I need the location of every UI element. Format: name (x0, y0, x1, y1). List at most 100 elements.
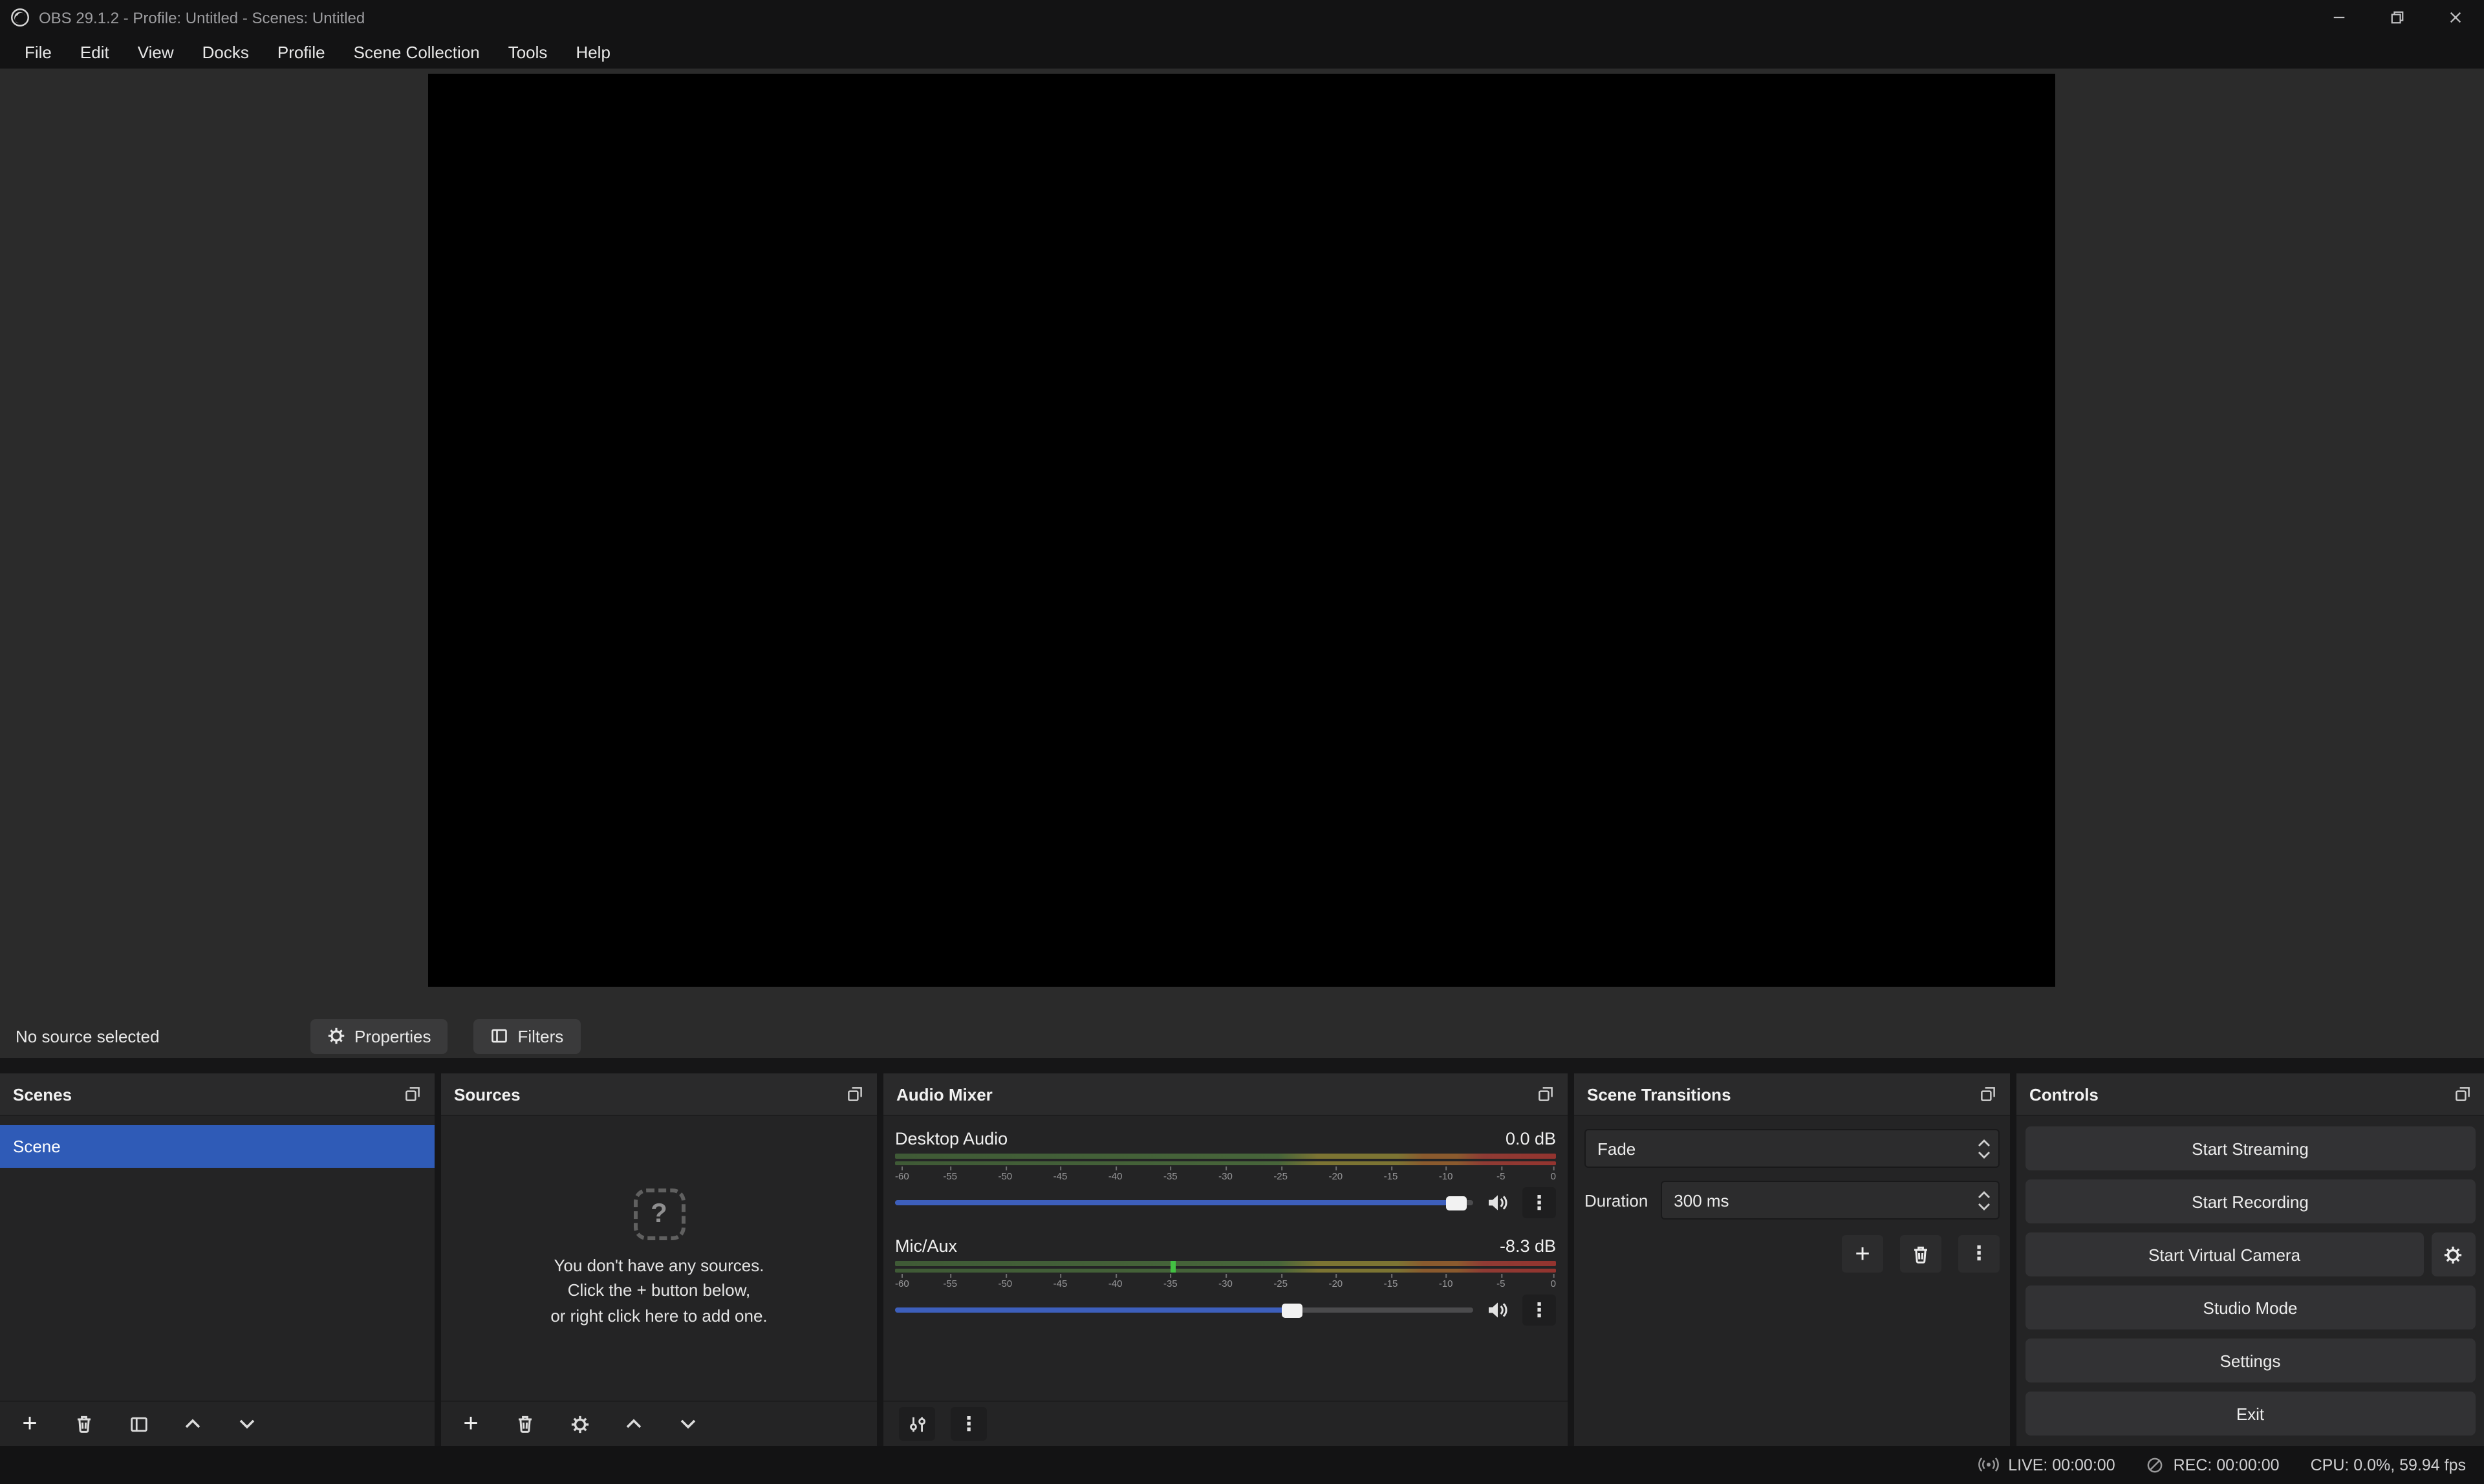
scene-transitions-dock-header[interactable]: Scene Transitions (1574, 1073, 2010, 1116)
volume-slider-row: ⋮ (895, 1296, 1556, 1324)
preview-workspace (0, 69, 2484, 1014)
channel-menu-button[interactable]: ⋮ (1522, 1187, 1556, 1218)
meter-tick-label: -45 (1053, 1274, 1068, 1291)
mixer-channel-mic-aux: Mic/Aux -8.3 dB -60-55-50-45-40-35-30-25… (895, 1236, 1556, 1324)
slider-fill (895, 1307, 1291, 1313)
meter-tick-label: -55 (943, 1167, 957, 1183)
meter-scale: -60-55-50-45-40-35-30-25-20-15-10-50 (895, 1274, 1556, 1292)
preview-canvas[interactable] (428, 74, 2055, 987)
transition-select[interactable]: Fade (1584, 1129, 2000, 1168)
meter-tick-label: 0 (1551, 1274, 1556, 1291)
scene-transitions-dock-title: Scene Transitions (1587, 1084, 1731, 1104)
menu-edit[interactable]: Edit (66, 35, 124, 69)
speaker-icon[interactable] (1486, 1192, 1509, 1213)
menu-docks[interactable]: Docks (188, 35, 263, 69)
meter-tick-label: -20 (1328, 1167, 1343, 1183)
controls-dock: Controls Start Streaming Start Recording… (2016, 1073, 2484, 1446)
meter-tick-label: -10 (1439, 1167, 1453, 1183)
start-streaming-button[interactable]: Start Streaming (2025, 1126, 2475, 1170)
chevron-down-icon (237, 1414, 257, 1434)
sources-empty-line: or right click here to add one. (550, 1304, 767, 1329)
volume-slider[interactable] (895, 1188, 1473, 1217)
move-scene-up-button[interactable] (178, 1410, 207, 1438)
sources-empty-line: Click the + button below, (550, 1278, 767, 1304)
volume-meter (895, 1154, 1556, 1165)
settings-button[interactable]: Settings (2025, 1339, 2475, 1382)
move-source-down-button[interactable] (674, 1410, 702, 1438)
menu-profile[interactable]: Profile (263, 35, 340, 69)
scene-list: Scene (0, 1116, 435, 1168)
meter-tick-label: -35 (1163, 1274, 1178, 1291)
remove-source-button[interactable] (511, 1410, 539, 1438)
chevron-up-icon (623, 1414, 644, 1434)
sources-empty-state[interactable]: ? You don't have any sources. Click the … (441, 1116, 877, 1401)
menu-file[interactable]: File (10, 35, 66, 69)
scene-transitions-dock: Scene Transitions Fade Duration (1574, 1073, 2010, 1446)
window-controls (2309, 0, 2484, 35)
mixer-menu-button[interactable]: ⋮ (951, 1407, 987, 1441)
add-scene-button[interactable]: + (16, 1410, 44, 1438)
studio-mode-button[interactable]: Studio Mode (2025, 1285, 2475, 1329)
meter-tick-label: -60 (895, 1167, 909, 1183)
cpu-fps-stats: CPU: 0.0%, 59.94 fps (2311, 1456, 2466, 1474)
filters-button[interactable]: Filters (474, 1018, 581, 1053)
start-recording-button[interactable]: Start Recording (2025, 1179, 2475, 1223)
close-button[interactable] (2426, 0, 2484, 35)
controls-dock-header[interactable]: Controls (2016, 1073, 2484, 1116)
add-transition-button[interactable]: + (1842, 1235, 1883, 1273)
menu-tools[interactable]: Tools (494, 35, 562, 69)
broadcast-icon (1977, 1457, 1999, 1474)
popout-icon[interactable] (404, 1085, 422, 1103)
channel-name: Mic/Aux (895, 1236, 957, 1256)
meter-tick-label: -35 (1163, 1167, 1178, 1183)
channel-menu-button[interactable]: ⋮ (1522, 1295, 1556, 1326)
slider-handle[interactable] (1281, 1303, 1302, 1317)
meter-tick-label: -40 (1108, 1167, 1123, 1183)
remove-scene-button[interactable] (70, 1410, 98, 1438)
speaker-icon[interactable] (1486, 1300, 1509, 1320)
plus-icon: + (22, 1411, 37, 1437)
minimize-button[interactable] (2309, 0, 2368, 35)
popout-icon[interactable] (1979, 1085, 1997, 1103)
duration-spinbox[interactable]: 300 ms (1661, 1181, 2000, 1220)
move-scene-down-button[interactable] (233, 1410, 261, 1438)
menu-view[interactable]: View (124, 35, 188, 69)
scene-list-item[interactable]: Scene (0, 1125, 435, 1168)
volume-slider[interactable] (895, 1296, 1473, 1324)
transition-menu-button[interactable]: ⋮ (1958, 1235, 2000, 1273)
popout-icon[interactable] (2453, 1085, 2471, 1103)
scene-transitions-body: Fade Duration 300 ms (1574, 1116, 2010, 1285)
slider-handle[interactable] (1445, 1196, 1466, 1210)
menu-scene-collection[interactable]: Scene Collection (340, 35, 494, 69)
kebab-icon: ⋮ (1529, 1193, 1549, 1212)
record-disabled-icon (2146, 1456, 2165, 1474)
menu-help[interactable]: Help (561, 35, 625, 69)
channel-header: Desktop Audio 0.0 dB (895, 1129, 1556, 1148)
move-source-up-button[interactable] (620, 1410, 648, 1438)
meter-tick-label: -5 (1496, 1167, 1505, 1183)
trash-icon (515, 1414, 535, 1434)
properties-button[interactable]: Properties (310, 1018, 448, 1053)
exit-button[interactable]: Exit (2025, 1392, 2475, 1436)
remove-transition-button[interactable] (1900, 1235, 1941, 1273)
audio-mixer-dock-header[interactable]: Audio Mixer (883, 1073, 1568, 1116)
title-bar[interactable]: OBS 29.1.2 - Profile: Untitled - Scenes:… (0, 0, 2484, 35)
sources-dock-header[interactable]: Sources (441, 1073, 877, 1116)
add-source-button[interactable]: + (457, 1410, 485, 1438)
popout-icon[interactable] (846, 1085, 864, 1103)
spin-up-icon[interactable] (1978, 1190, 1991, 1198)
source-properties-button[interactable] (565, 1410, 594, 1438)
virtual-camera-row: Start Virtual Camera (2025, 1232, 2475, 1276)
meter-bar (895, 1161, 1556, 1165)
scenes-dock-header[interactable]: Scenes (0, 1073, 435, 1116)
popout-icon[interactable] (1537, 1085, 1555, 1103)
live-status: LIVE: 00:00:00 (1977, 1456, 2115, 1474)
scene-filters-button[interactable] (124, 1410, 153, 1438)
spin-down-icon[interactable] (1978, 1202, 1991, 1210)
virtual-camera-config-button[interactable] (2431, 1232, 2475, 1276)
rec-status: REC: 00:00:00 (2146, 1456, 2280, 1474)
start-virtual-camera-button[interactable]: Start Virtual Camera (2025, 1232, 2423, 1276)
advanced-audio-properties-button[interactable] (899, 1407, 935, 1441)
restore-button[interactable] (2368, 0, 2426, 35)
meter-bar (895, 1154, 1556, 1158)
